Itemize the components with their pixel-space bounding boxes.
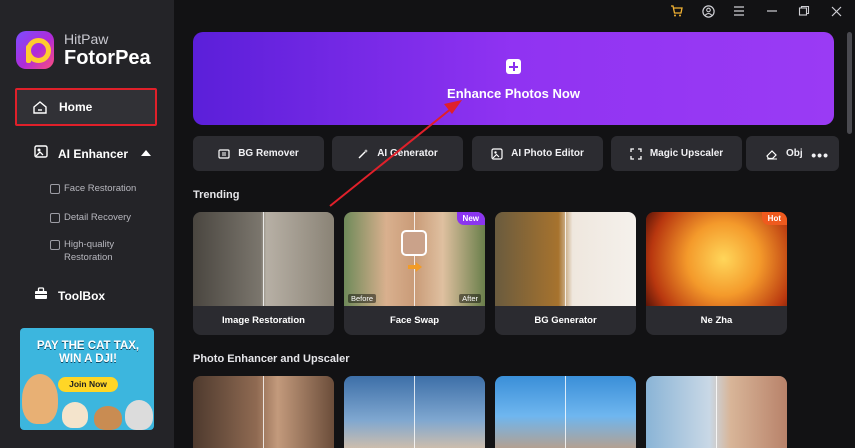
card-image-restoration[interactable]: Image Restoration [193, 212, 334, 335]
card-face-swap[interactable]: Before After New Face Swap [344, 212, 485, 335]
tool-label: Obj [786, 148, 803, 159]
minimize-icon[interactable] [765, 4, 779, 18]
eraser-icon [766, 148, 778, 160]
card-thumbnail: Before After [344, 212, 485, 306]
more-options-icon[interactable]: ••• [811, 147, 829, 163]
scrollbar-thumb[interactable] [847, 32, 852, 134]
card-bg-generator[interactable]: BG Generator [495, 212, 636, 335]
image-icon [50, 212, 60, 223]
section-title-enhancer: Photo Enhancer and Upscaler [193, 353, 350, 365]
add-icon [506, 59, 521, 74]
sidebar-item-home[interactable]: Home [15, 88, 157, 126]
sidebar-item-label: Home [59, 100, 93, 114]
sidebar-item-ai-enhancer[interactable]: AI Enhancer [34, 144, 164, 164]
card-thumbnail [646, 212, 787, 306]
join-now-button[interactable]: Join Now [58, 377, 118, 392]
brand-name: HitPaw [64, 31, 109, 47]
compare-divider [263, 212, 264, 306]
app-window: HitPaw FotorPea Home AI Enhancer Face Re… [0, 0, 855, 448]
close-icon[interactable] [829, 4, 843, 18]
tool-label: AI Photo Editor [511, 148, 584, 159]
enhance-photos-button[interactable]: Enhance Photos Now [193, 32, 834, 125]
cat-illustration [62, 402, 88, 428]
subitem-label: High-quality Restoration [64, 239, 115, 263]
photo-icon [491, 147, 503, 160]
new-badge: New [456, 212, 485, 225]
menu-icon[interactable] [732, 4, 746, 18]
compare-divider [565, 376, 566, 448]
enhancer-card[interactable] [193, 376, 334, 448]
card-title: Image Restoration [222, 315, 305, 326]
card-ne-zha[interactable]: Hot Ne Zha [646, 212, 787, 335]
enhancer-card[interactable] [646, 376, 787, 448]
cart-icon[interactable] [669, 4, 683, 18]
home-icon [33, 100, 47, 114]
compare-divider [263, 376, 264, 448]
compare-divider [716, 376, 717, 448]
cat-illustration [22, 374, 58, 424]
card-title: BG Generator [534, 315, 597, 326]
sidebar-item-toolbox[interactable]: ToolBox [34, 287, 105, 305]
card-title: Face Swap [389, 315, 440, 326]
sidebar-subitem-high-quality-restoration[interactable]: High-quality Restoration [50, 238, 160, 264]
compare-divider [414, 376, 415, 448]
logo-icon [16, 31, 54, 69]
ai-generator-button[interactable]: AI Generator [332, 136, 463, 171]
sidebar-subitem-face-restoration[interactable]: Face Restoration [50, 182, 136, 195]
product-name: FotorPea [64, 47, 151, 69]
chevron-up-icon[interactable] [141, 150, 151, 156]
arrow-right-icon [408, 262, 422, 272]
magic-wand-icon [357, 148, 369, 160]
grid-icon [50, 240, 60, 250]
app-logo: HitPaw FotorPea [16, 31, 151, 69]
before-label: Before [348, 294, 377, 303]
section-title-trending: Trending [193, 189, 240, 201]
object-remover-button[interactable]: Obj ••• [746, 136, 839, 171]
bg-remover-icon [218, 148, 230, 160]
sidebar-item-label: ToolBox [58, 289, 106, 303]
tool-label: BG Remover [238, 148, 299, 159]
subitem-label: Face Restoration [64, 183, 137, 194]
bg-remover-button[interactable]: BG Remover [193, 136, 324, 171]
card-thumbnail [193, 212, 334, 306]
card-thumbnail [495, 212, 636, 306]
cat-illustration [94, 406, 122, 430]
hot-badge: Hot [761, 212, 787, 225]
toolbox-icon [34, 287, 48, 305]
face-inset [401, 230, 427, 256]
after-label: After [459, 294, 481, 303]
user-icon[interactable] [701, 4, 715, 18]
promo-banner[interactable]: PAY THE CAT TAX, WIN A DJI! Join Now [20, 328, 154, 430]
card-title: Ne Zha [700, 315, 733, 326]
tool-label: AI Generator [377, 148, 438, 159]
tool-label: Magic Upscaler [649, 148, 724, 159]
sidebar: HitPaw FotorPea Home AI Enhancer Face Re… [0, 0, 174, 448]
scrollbar[interactable] [847, 32, 852, 448]
compare-divider [414, 212, 415, 306]
ai-photo-editor-button[interactable]: AI Photo Editor [472, 136, 603, 171]
face-icon [50, 183, 60, 194]
sidebar-item-label: AI Enhancer [58, 147, 129, 161]
promo-headline: PAY THE CAT TAX, WIN A DJI! [36, 340, 140, 365]
magic-upscaler-button[interactable]: Magic Upscaler [611, 136, 742, 171]
enhancer-card[interactable] [344, 376, 485, 448]
sidebar-subitem-detail-recovery[interactable]: Detail Recovery [50, 211, 131, 224]
enhancer-card[interactable] [495, 376, 636, 448]
enhancer-icon [34, 145, 48, 163]
maximize-icon[interactable] [797, 4, 811, 18]
hero-label: Enhance Photos Now [447, 86, 580, 101]
compare-divider [565, 212, 566, 306]
cat-illustration [125, 400, 153, 430]
expand-icon [630, 147, 642, 160]
subitem-label: Detail Recovery [64, 212, 132, 223]
